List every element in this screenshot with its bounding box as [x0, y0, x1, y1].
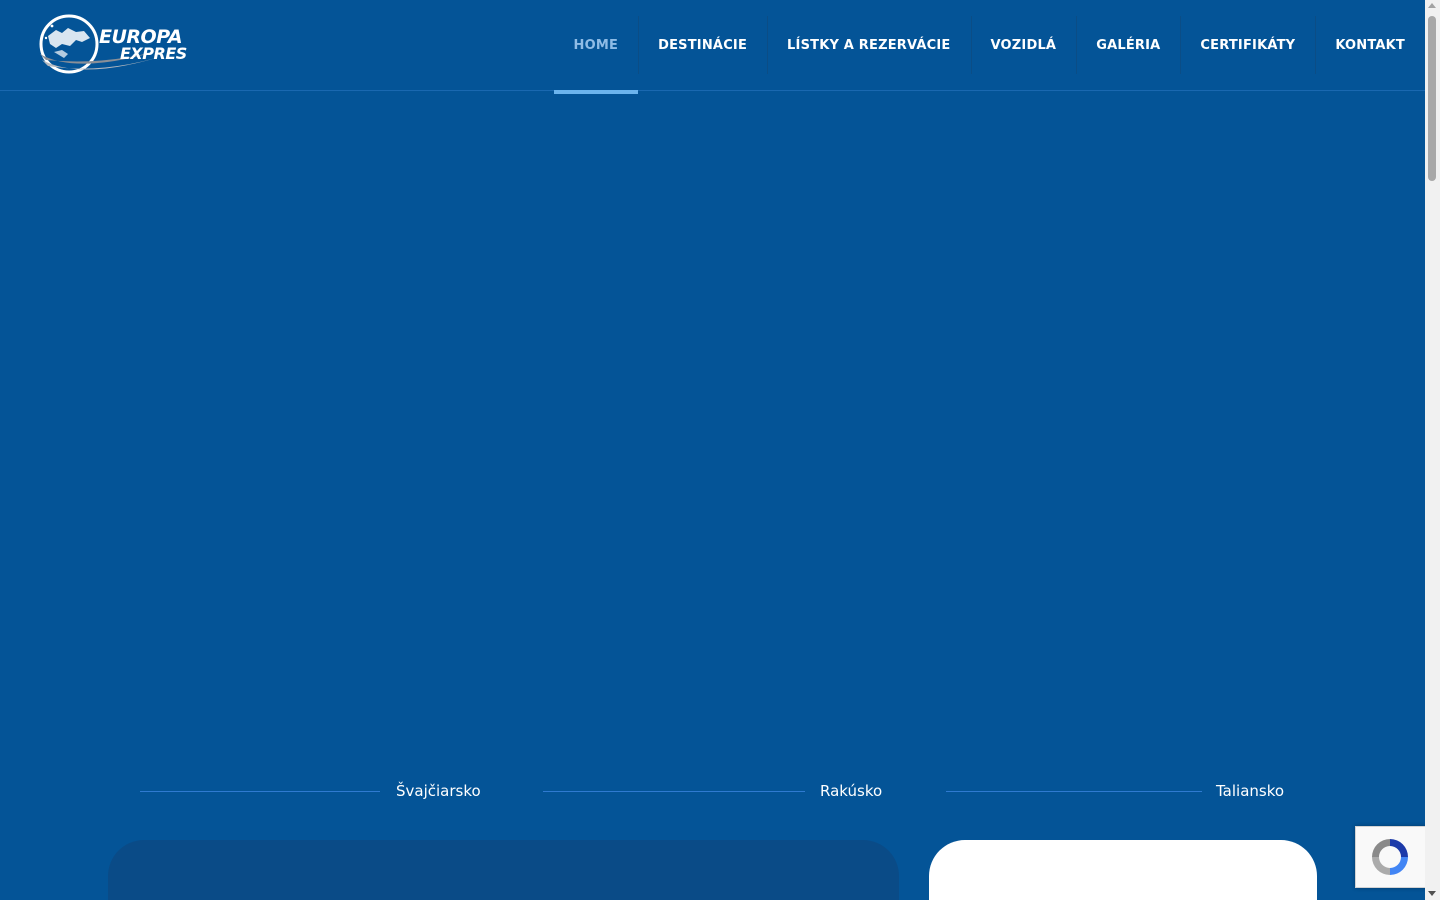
- main-nav: HOME DESTINÁCIE LÍSTKY A REZERVÁCIE VOZI…: [553, 0, 1425, 94]
- nav-item-kontakt[interactable]: KONTAKT: [1315, 0, 1425, 90]
- destination-card-light: [929, 840, 1317, 900]
- scroll-up-arrow-icon[interactable]: [1428, 3, 1436, 8]
- tab-taliansko[interactable]: Taliansko: [1216, 782, 1284, 800]
- nav-item-destinacie[interactable]: DESTINÁCIE: [638, 0, 767, 90]
- scroll-thumb[interactable]: [1428, 16, 1436, 181]
- nav-item-listky-a-rezervacie[interactable]: LÍSTKY A REZERVÁCIE: [767, 0, 970, 90]
- nav-item-vozidla[interactable]: VOZIDLÁ: [970, 0, 1077, 90]
- nav-item-home[interactable]: HOME: [553, 0, 639, 94]
- nav-item-certifikaty[interactable]: CERTIFIKÁTY: [1180, 0, 1315, 90]
- tab-rakusko[interactable]: Rakúsko: [820, 782, 882, 800]
- logo-text-expres: EXPRES: [120, 44, 187, 63]
- divider-line: [543, 791, 805, 792]
- vertical-scrollbar[interactable]: [1425, 0, 1440, 900]
- divider-line: [946, 791, 1202, 792]
- nav-item-galeria[interactable]: GALÉRIA: [1076, 0, 1180, 90]
- site-logo[interactable]: EUROPA EXPRES: [38, 14, 208, 80]
- page: EUROPA EXPRES HOME DESTINÁCIE LÍSTKY A R…: [0, 0, 1425, 900]
- destination-card-dark: [108, 840, 899, 900]
- scroll-down-arrow-icon[interactable]: [1428, 891, 1436, 896]
- destination-tabs: Švajčiarsko Rakúsko Taliansko: [0, 778, 1425, 806]
- recaptcha-icon: [1372, 839, 1408, 875]
- tab-svajciarsko[interactable]: Švajčiarsko: [396, 782, 481, 800]
- site-header: EUROPA EXPRES HOME DESTINÁCIE LÍSTKY A R…: [0, 0, 1425, 94]
- divider-line: [140, 791, 380, 792]
